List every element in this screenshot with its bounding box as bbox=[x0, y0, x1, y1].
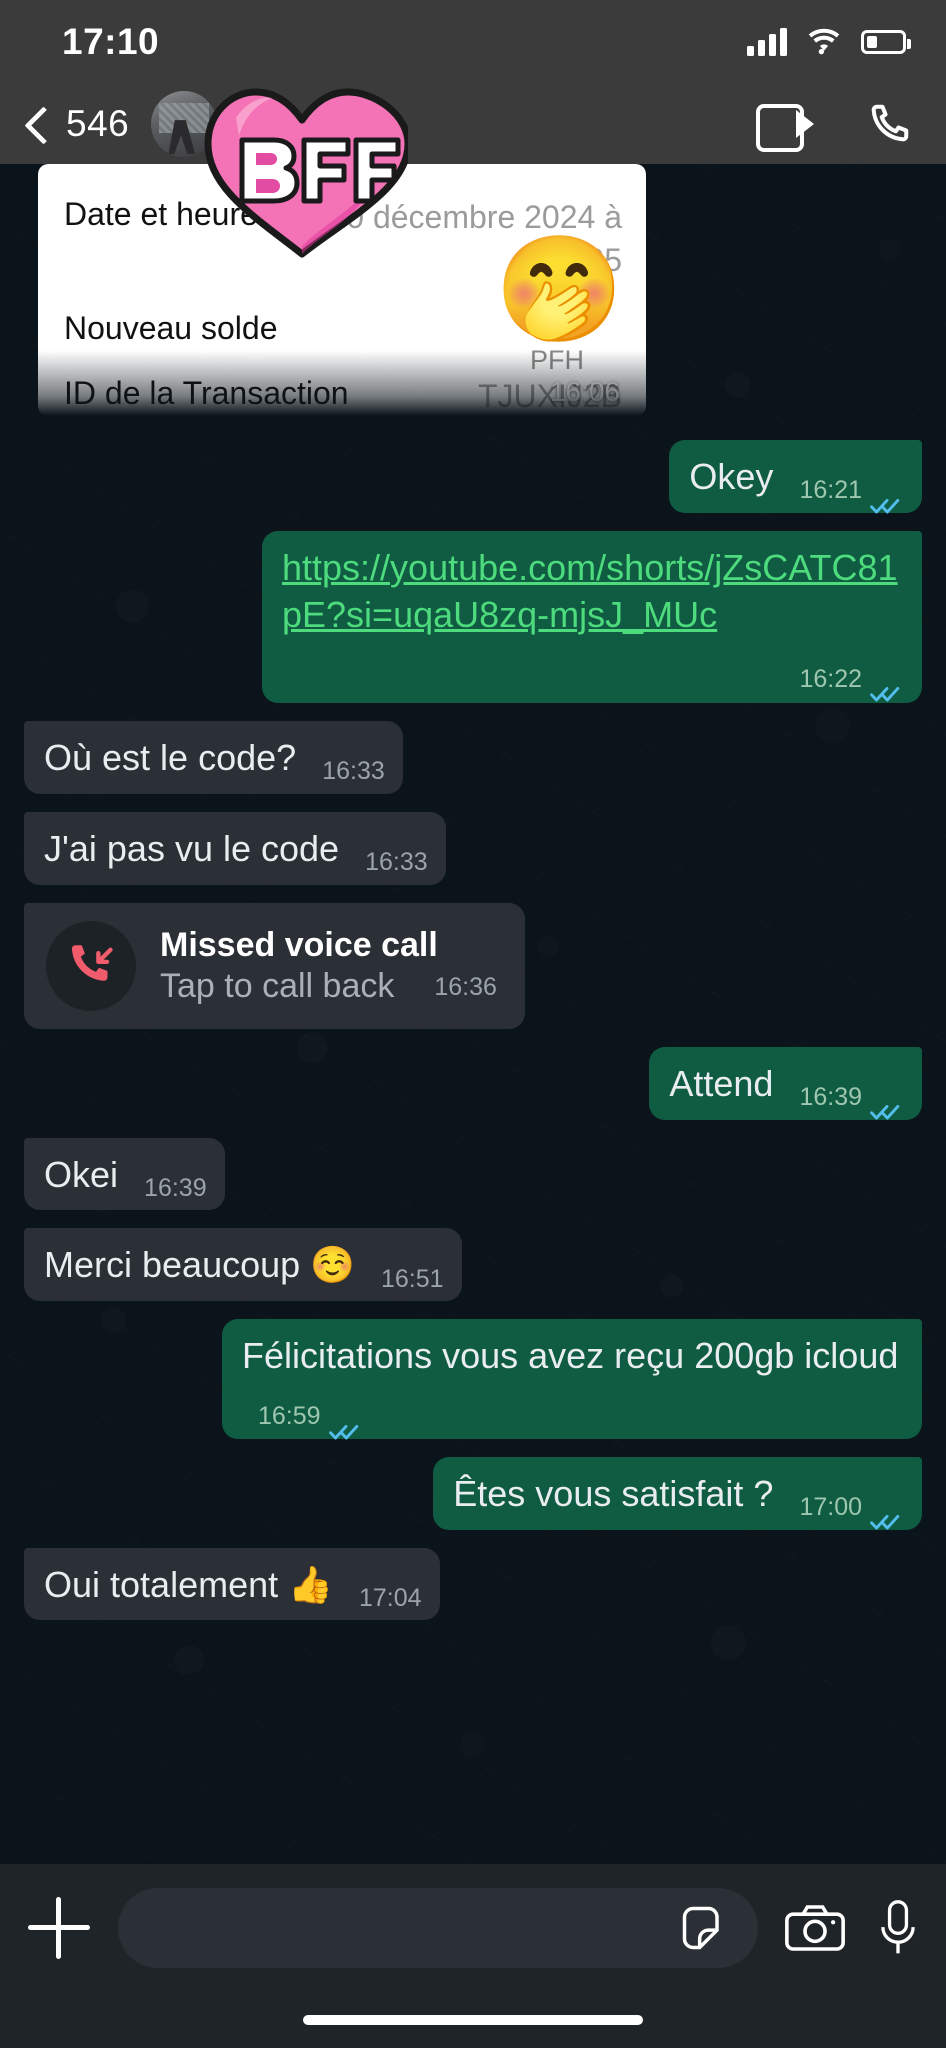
status-bar: 17:10 bbox=[0, 0, 946, 84]
header-actions bbox=[756, 101, 912, 152]
read-receipt-icon bbox=[870, 669, 904, 702]
message-row: Où est le code? 16:33 bbox=[24, 721, 922, 794]
message-row: Oui totalement 👍 17:04 bbox=[24, 1547, 922, 1621]
home-indicator bbox=[0, 1992, 946, 2048]
incoming-message-bubble[interactable]: Okei 16:39 bbox=[24, 1137, 225, 1211]
message-text: Okey bbox=[689, 456, 774, 497]
read-receipt-icon bbox=[870, 1087, 904, 1120]
message-timestamp: 16:59 bbox=[258, 1402, 321, 1431]
whatsapp-chat-screen: 17:10 546 85 Date et heure 20 décembre 2… bbox=[0, 0, 946, 2048]
outgoing-message-bubble[interactable]: Félicitations vous avez reçu 200gb iclou… bbox=[222, 1319, 922, 1440]
missed-call-subtitle: Tap to call back bbox=[160, 966, 395, 1005]
outgoing-message-bubble[interactable]: Attend 16:39 bbox=[649, 1046, 922, 1120]
message-timestamp: 16:36 bbox=[434, 972, 497, 1001]
cellular-bars-icon bbox=[747, 28, 787, 56]
incoming-message-bubble[interactable]: Oui totalement 👍 17:04 bbox=[24, 1547, 440, 1621]
message-text: Okei bbox=[44, 1153, 119, 1195]
incoming-message-bubble[interactable]: Où est le code? 16:33 bbox=[24, 721, 403, 794]
message-text: Attend bbox=[669, 1062, 774, 1104]
transaction-receipt-message[interactable]: Date et heure 20 décembre 2024 à 16:05 N… bbox=[38, 164, 922, 416]
microphone-icon[interactable] bbox=[878, 1898, 918, 1958]
message-row: Êtes vous satisfait ? 17:00 bbox=[24, 1456, 922, 1530]
message-meta: 16:39 bbox=[144, 1172, 207, 1205]
message-composer bbox=[0, 1864, 946, 1992]
message-meta: 16:22 bbox=[799, 663, 904, 702]
message-meta: 16:59 bbox=[258, 1400, 363, 1440]
read-receipt-icon bbox=[870, 481, 904, 514]
missed-call-title: Missed voice call bbox=[160, 925, 438, 964]
page-title[interactable]: 85 bbox=[227, 103, 268, 145]
incoming-message-bubble[interactable]: Merci beaucoup ☺️ 16:51 bbox=[24, 1228, 462, 1302]
message-text: Félicitations vous avez reçu 200gb iclou… bbox=[242, 1335, 899, 1377]
incoming-message-bubble[interactable]: J'ai pas vu le code 16:33 bbox=[24, 811, 446, 885]
face-with-hands-over-mouth-emoji: 🤭 bbox=[494, 232, 625, 348]
outgoing-message-bubble[interactable]: Okey 16:21 bbox=[669, 440, 922, 514]
camera-icon[interactable] bbox=[784, 1902, 846, 1954]
currency-label: PFH bbox=[530, 345, 584, 375]
message-timestamp: 16:21 bbox=[799, 476, 862, 505]
message-timestamp: 16:51 bbox=[381, 1264, 444, 1293]
read-receipt-icon bbox=[870, 1497, 904, 1530]
message-row: J'ai pas vu le code 16:33 bbox=[24, 811, 922, 885]
message-meta: 16:33 bbox=[365, 846, 428, 879]
message-row: Merci beaucoup ☺️ 16:51 bbox=[24, 1228, 922, 1302]
message-timestamp: 16:39 bbox=[799, 1083, 862, 1112]
row-label: Nouveau solde bbox=[64, 310, 278, 347]
back-chevron-icon[interactable] bbox=[22, 109, 52, 139]
missed-call-text: Missed voice call Tap to call back 16:36 bbox=[160, 926, 497, 1006]
transaction-card: Date et heure 20 décembre 2024 à 16:05 N… bbox=[38, 164, 646, 416]
message-list[interactable]: Date et heure 20 décembre 2024 à 16:05 N… bbox=[0, 164, 946, 1864]
message-meta: 17:04 bbox=[359, 1582, 422, 1615]
unread-count[interactable]: 546 bbox=[66, 103, 129, 145]
sticker-icon[interactable] bbox=[678, 1902, 730, 1954]
plus-icon[interactable] bbox=[28, 1897, 90, 1959]
messages-container: Date et heure 20 décembre 2024 à 16:05 N… bbox=[24, 164, 922, 1621]
phone-icon[interactable] bbox=[866, 101, 912, 147]
message-meta: 16:33 bbox=[322, 755, 385, 788]
message-timestamp: 16:22 bbox=[799, 664, 862, 693]
message-meta: 16:51 bbox=[381, 1263, 444, 1296]
row-label: Date et heure bbox=[64, 196, 258, 232]
status-time: 17:10 bbox=[62, 21, 160, 62]
wifi-icon bbox=[808, 28, 840, 55]
message-row: Okey 16:21 bbox=[24, 440, 922, 514]
message-timestamp: 17:00 bbox=[799, 1493, 862, 1522]
message-timestamp: 17:04 bbox=[358, 1583, 422, 1612]
message-meta: 16:21 bbox=[799, 474, 904, 514]
outgoing-message-bubble[interactable]: Êtes vous satisfait ? 17:00 bbox=[433, 1456, 922, 1530]
avatar[interactable] bbox=[151, 91, 218, 157]
youtube-link[interactable]: https://youtube.com/shorts/jZsCATC81pE?s… bbox=[282, 547, 898, 635]
message-row: https://youtube.com/shorts/jZsCATC81pE?s… bbox=[24, 530, 922, 704]
message-text: J'ai pas vu le code bbox=[44, 827, 340, 869]
message-row: Attend 16:39 bbox=[24, 1046, 922, 1120]
video-camera-icon[interactable] bbox=[756, 104, 814, 152]
message-text: Merci beaucoup ☺️ bbox=[44, 1244, 355, 1286]
message-meta: 17:00 bbox=[799, 1491, 904, 1530]
message-text: Oui totalement 👍 bbox=[44, 1563, 333, 1605]
message-meta: 16:39 bbox=[799, 1081, 904, 1120]
message-timestamp: 16:39 bbox=[144, 1173, 207, 1202]
missed-call-card[interactable]: Missed voice call Tap to call back 16:36 bbox=[24, 902, 525, 1029]
missed-call-icon bbox=[46, 920, 136, 1011]
status-indicators bbox=[747, 28, 911, 56]
message-row: Félicitations vous avez reçu 200gb iclou… bbox=[24, 1319, 922, 1440]
message-text: Êtes vous satisfait ? bbox=[453, 1472, 774, 1514]
message-text: Où est le code? bbox=[44, 737, 297, 779]
read-receipt-icon bbox=[328, 1407, 363, 1440]
outgoing-link-bubble[interactable]: https://youtube.com/shorts/jZsCATC81pE?s… bbox=[262, 530, 922, 704]
message-timestamp: 16:06 bbox=[549, 376, 620, 407]
message-row: Missed voice call Tap to call back 16:36 bbox=[24, 902, 922, 1029]
message-input[interactable] bbox=[118, 1888, 758, 1968]
battery-low-icon bbox=[861, 30, 911, 54]
message-timestamp: 16:33 bbox=[322, 757, 385, 786]
message-timestamp: 16:33 bbox=[365, 848, 428, 877]
message-row: Okei 16:39 bbox=[24, 1137, 922, 1211]
row-label: ID de la Transaction bbox=[64, 375, 349, 412]
chat-header: 546 85 bbox=[0, 84, 946, 258]
